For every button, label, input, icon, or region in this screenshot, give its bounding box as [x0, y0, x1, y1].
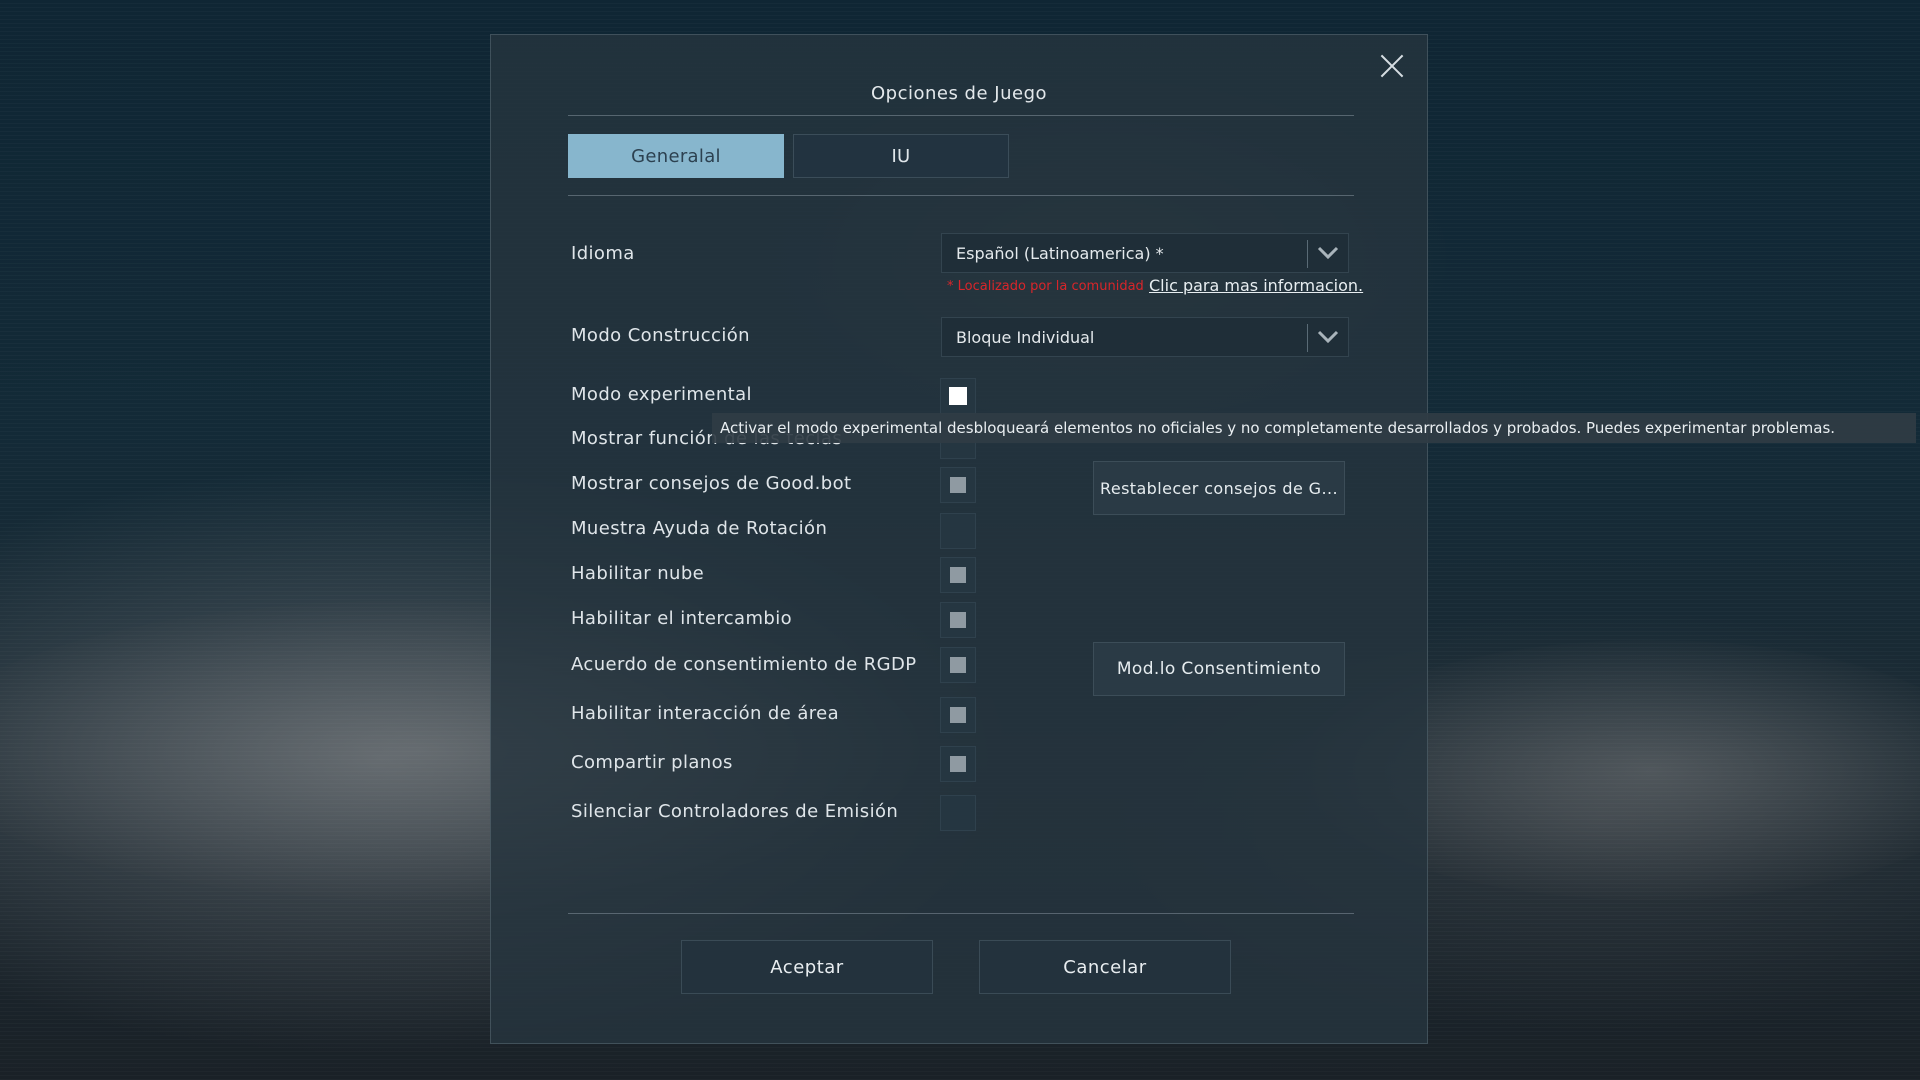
language-label: Idioma	[571, 243, 635, 264]
footer-divider	[568, 913, 1354, 914]
goodbot-tips-label: Mostrar consejos de Good.bot	[571, 473, 852, 494]
dropdown-divider	[1307, 240, 1308, 268]
experimental-mode-checkbox[interactable]	[940, 378, 976, 414]
dropdown-divider	[1307, 324, 1308, 352]
tab-ui[interactable]: IU	[793, 134, 1009, 178]
build-mode-label: Modo Construcción	[571, 325, 750, 346]
dialog-title: Opciones de Juego	[870, 83, 1048, 104]
language-value: Español (Latinoamerica) *	[956, 243, 1164, 263]
share-blueprints-label: Compartir planos	[571, 752, 733, 773]
mute-emission-checkbox[interactable]	[940, 795, 976, 831]
enable-cloud-label: Habilitar nube	[571, 563, 705, 584]
title-divider	[568, 115, 1354, 116]
rotation-help-label: Muestra Ayuda de Rotación	[571, 518, 828, 539]
game-options-dialog: Opciones de Juego Generalal IU Idioma Es…	[490, 34, 1428, 1044]
gdpr-consent-checkbox[interactable]	[940, 647, 976, 683]
rotation-help-checkbox[interactable]	[940, 513, 976, 549]
enable-trade-label: Habilitar el intercambio	[571, 608, 793, 629]
community-localized-note: * Localizado por la comunidad	[947, 279, 1144, 294]
checkbox-mark	[950, 612, 966, 628]
goodbot-tips-checkbox[interactable]	[940, 467, 976, 503]
more-info-link[interactable]: Clic para mas informacion.	[1149, 276, 1363, 295]
chevron-down-icon	[1317, 330, 1339, 344]
tabs-divider	[568, 195, 1354, 196]
gdpr-consent-label: Acuerdo de consentimiento de RGDP	[571, 654, 917, 675]
enable-cloud-checkbox[interactable]	[940, 557, 976, 593]
checkbox-mark	[950, 657, 966, 673]
experimental-mode-label: Modo experimental	[571, 384, 752, 405]
checkbox-mark	[950, 707, 966, 723]
modify-consent-button[interactable]: Mod.lo Consentimiento	[1093, 642, 1345, 696]
checkbox-mark	[949, 387, 967, 405]
tab-general[interactable]: Generalal	[568, 134, 784, 178]
accept-button[interactable]: Aceptar	[681, 940, 933, 994]
checkbox-mark	[950, 756, 966, 772]
area-interaction-label: Habilitar interacción de área	[571, 703, 840, 724]
mute-emission-label: Silenciar Controladores de Emisión	[571, 801, 899, 822]
share-blueprints-checkbox[interactable]	[940, 746, 976, 782]
build-mode-dropdown[interactable]: Bloque Individual	[941, 317, 1349, 357]
area-interaction-checkbox[interactable]	[940, 697, 976, 733]
chevron-down-icon	[1317, 246, 1339, 260]
build-mode-value: Bloque Individual	[956, 327, 1095, 347]
enable-trade-checkbox[interactable]	[940, 602, 976, 638]
language-dropdown[interactable]: Español (Latinoamerica) *	[941, 233, 1349, 273]
cancel-button[interactable]: Cancelar	[979, 940, 1231, 994]
checkbox-mark	[950, 477, 966, 493]
checkbox-mark	[950, 567, 966, 583]
experimental-mode-tooltip: Activar el modo experimental desbloquear…	[712, 413, 1916, 443]
close-icon[interactable]	[1377, 51, 1407, 81]
reset-tips-button[interactable]: Restablecer consejos de G...	[1093, 461, 1345, 515]
